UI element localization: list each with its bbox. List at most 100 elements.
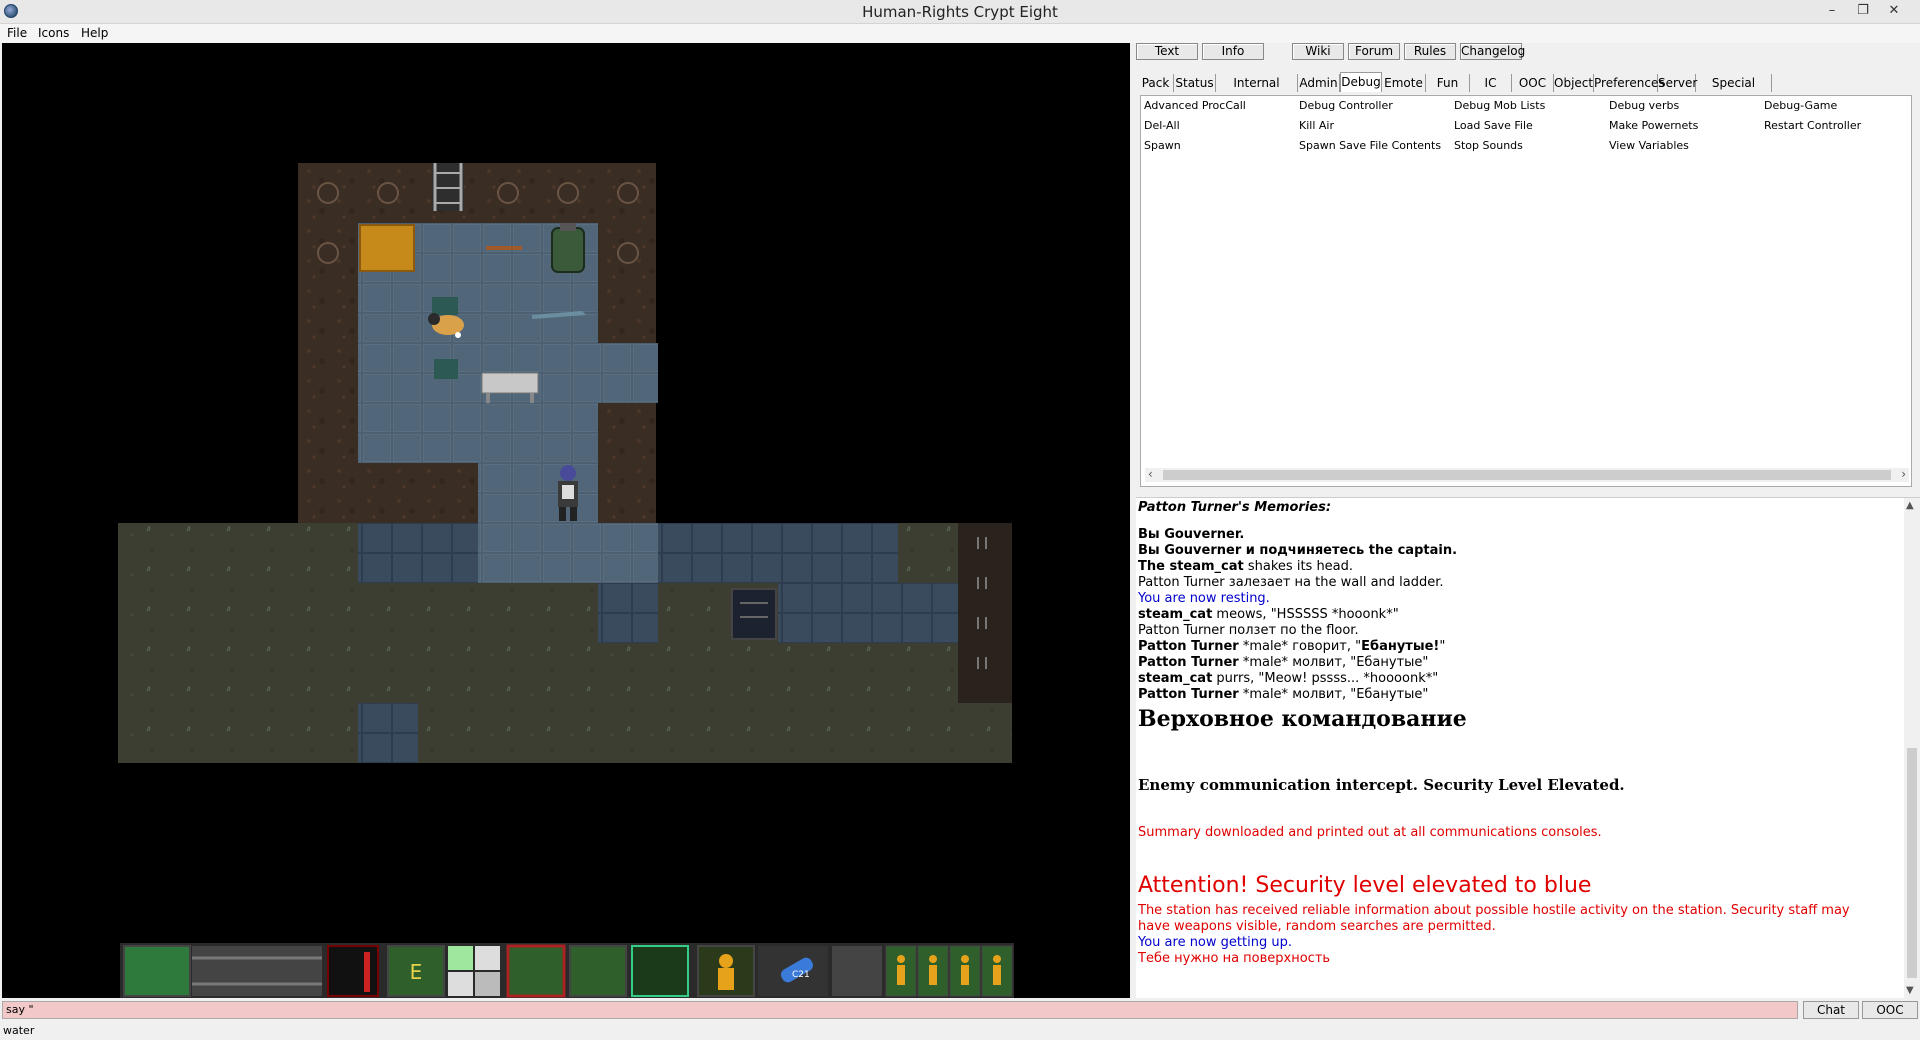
hud-run-slot bbox=[631, 945, 689, 997]
tab-object[interactable]: Object bbox=[1554, 74, 1594, 92]
verb-restart-controller[interactable]: Restart Controller bbox=[1764, 119, 1861, 132]
chat-output: Patton Turner's Memories: Вы Gouverner. … bbox=[1136, 497, 1920, 998]
minimize-button[interactable]: – bbox=[1818, 1, 1846, 21]
scroll-down-icon[interactable]: ▼ bbox=[1906, 985, 1914, 996]
verb-stop-sounds[interactable]: Stop Sounds bbox=[1454, 139, 1523, 152]
chat-text: *male* говорит, " bbox=[1238, 639, 1362, 654]
chat-text: " bbox=[1439, 639, 1446, 654]
gas-canister[interactable] bbox=[551, 223, 585, 273]
verb-spawn-save-file-contents[interactable]: Spawn Save File Contents bbox=[1299, 139, 1441, 152]
input-bar: say " Chat OOC bbox=[0, 1000, 1920, 1020]
tab-ic[interactable]: IC bbox=[1470, 74, 1512, 92]
chat-line: Patton Turner *male* говорит, "Ебанутые!… bbox=[1138, 639, 1445, 654]
chat-text-bold: Ебанутые! bbox=[1361, 639, 1440, 654]
tab-preferences[interactable]: Preferences bbox=[1594, 74, 1665, 92]
chat-text: *male* молвит, "Ебанутые" bbox=[1238, 655, 1429, 670]
orange-crate[interactable] bbox=[359, 224, 415, 272]
changelog-button[interactable]: Changelog bbox=[1460, 43, 1525, 60]
verb-panel: Advanced ProcCall Debug Controller Debug… bbox=[1140, 95, 1912, 487]
menu-file[interactable]: File bbox=[7, 26, 27, 40]
verb-make-powernets[interactable]: Make Powernets bbox=[1609, 119, 1698, 132]
floor-room-lower bbox=[358, 403, 598, 463]
chat-line-notice: You are now getting up. bbox=[1138, 935, 1292, 950]
tab-status[interactable]: Status bbox=[1174, 74, 1216, 92]
command-announcement-header: Верховное командование bbox=[1138, 706, 1467, 732]
wiki-button[interactable]: Wiki bbox=[1292, 43, 1344, 60]
verb-debug-game[interactable]: Debug-Game bbox=[1764, 99, 1837, 112]
rules-button[interactable]: Rules bbox=[1404, 43, 1456, 60]
tab-debug[interactable]: Debug bbox=[1340, 72, 1382, 92]
chat-speaker: steam_cat bbox=[1138, 671, 1213, 686]
tab-fun[interactable]: Fun bbox=[1426, 74, 1470, 92]
tab-ooc[interactable]: OOC bbox=[1512, 74, 1554, 92]
verb-advanced-proccall[interactable]: Advanced ProcCall bbox=[1144, 99, 1246, 112]
scroll-up-icon[interactable]: ▲ bbox=[1906, 500, 1914, 511]
intercept-notice: Enemy communication intercept. Security … bbox=[1138, 776, 1625, 794]
hud-belt-slot bbox=[192, 946, 322, 996]
chat-speaker: Patton Turner bbox=[1138, 655, 1239, 670]
floor-dark-1 bbox=[598, 583, 658, 643]
security-alert-text: The station has received reliable inform… bbox=[1138, 903, 1850, 918]
tab-server[interactable]: Server bbox=[1658, 74, 1697, 92]
scroll-thumb[interactable] bbox=[1163, 470, 1891, 480]
text-button[interactable]: Text bbox=[1136, 43, 1198, 60]
verb-debug-controller[interactable]: Debug Controller bbox=[1299, 99, 1393, 112]
chat-speaker: Patton Turner bbox=[1138, 639, 1239, 654]
tab-internal-organs[interactable]: Internal organs bbox=[1216, 74, 1298, 108]
tab-admin[interactable]: Admin bbox=[1298, 74, 1340, 92]
chat-text: purrs, "Meow! pssss... *hoooonk*" bbox=[1212, 671, 1439, 686]
security-alert-text: have weapons visible, random searches ar… bbox=[1138, 919, 1496, 934]
chat-line: Patton Turner *male* молвит, "Ебанутые" bbox=[1138, 655, 1428, 670]
ooc-mode-button[interactable]: OOC bbox=[1862, 1001, 1918, 1019]
summary-notice: Summary downloaded and printed out at al… bbox=[1138, 825, 1602, 840]
chat-line: Вы Gouverner и подчиняетесь the captain. bbox=[1138, 543, 1458, 558]
chat-mode-button[interactable]: Chat bbox=[1803, 1001, 1859, 1019]
verb-debug-verbs[interactable]: Debug verbs bbox=[1609, 99, 1679, 112]
chat-speaker: steam_cat bbox=[1138, 607, 1213, 622]
tab-pack[interactable]: Pack bbox=[1138, 74, 1174, 92]
info-button[interactable]: Info bbox=[1202, 43, 1264, 60]
chat-speaker: Patton Turner bbox=[1138, 687, 1239, 702]
verb-kill-air[interactable]: Kill Air bbox=[1299, 119, 1334, 132]
ladder-top[interactable] bbox=[432, 163, 464, 211]
verb-load-save-file[interactable]: Load Save File bbox=[1454, 119, 1533, 132]
floor-corridor bbox=[478, 463, 598, 523]
hud-grid-gray bbox=[475, 972, 500, 996]
forum-button[interactable]: Forum bbox=[1348, 43, 1400, 60]
verb-horizontal-scrollbar[interactable]: ‹ › bbox=[1145, 467, 1909, 482]
hud-throw-slot bbox=[832, 946, 882, 996]
verb-del-all[interactable]: Del-All bbox=[1144, 119, 1180, 132]
command-input[interactable]: say " bbox=[2, 1001, 1798, 1019]
scroll-right-icon[interactable]: › bbox=[1901, 467, 1906, 481]
chat-vertical-scrollbar[interactable]: ▲ ▼ bbox=[1904, 498, 1920, 998]
tab-emote[interactable]: Emote bbox=[1382, 74, 1426, 92]
chat-text: meows, "HSSSSS *hooonk*" bbox=[1212, 607, 1399, 622]
memories-header: Patton Turner's Memories: bbox=[1138, 500, 1332, 515]
restore-button[interactable]: ❐ bbox=[1849, 1, 1877, 21]
chair-1[interactable] bbox=[432, 297, 458, 315]
chair-2[interactable] bbox=[434, 359, 458, 379]
floor-locker[interactable] bbox=[731, 588, 777, 640]
chat-line: Patton Turner ползет по the floor. bbox=[1138, 623, 1359, 638]
chat-line: steam_cat meows, "HSSSSS *hooonk*" bbox=[1138, 607, 1399, 622]
chat-scroll-thumb[interactable] bbox=[1907, 748, 1917, 978]
verb-spawn[interactable]: Spawn bbox=[1144, 139, 1181, 152]
scroll-left-icon[interactable]: ‹ bbox=[1148, 467, 1153, 481]
tab-special-verbs[interactable]: Special Verbs bbox=[1696, 74, 1772, 108]
chat-line: Patton Turner залезает на the wall and l… bbox=[1138, 575, 1444, 590]
chat-line: Вы Gouverner. bbox=[1138, 527, 1245, 542]
close-button[interactable]: ✕ bbox=[1880, 1, 1908, 21]
hud-left-hand-slot bbox=[123, 945, 191, 997]
map-canvas[interactable]: E C21 bbox=[2, 43, 1130, 998]
menu-help[interactable]: Help bbox=[81, 26, 108, 40]
title-bar: Human-Rights Crypt Eight – ❐ ✕ bbox=[0, 0, 1920, 24]
hud-grid-light-2 bbox=[448, 972, 473, 996]
hud-oxygen-gauge bbox=[327, 945, 379, 997]
menu-icons[interactable]: Icons bbox=[38, 26, 69, 40]
verb-debug-mob-lists[interactable]: Debug Mob Lists bbox=[1454, 99, 1545, 112]
hud-intent-letter: E bbox=[410, 960, 423, 984]
floor-dark-2 bbox=[778, 583, 958, 643]
map-viewport[interactable]: E C21 bbox=[2, 43, 1130, 998]
floor-tool[interactable] bbox=[486, 246, 522, 250]
verb-view-variables[interactable]: View Variables bbox=[1609, 139, 1689, 152]
